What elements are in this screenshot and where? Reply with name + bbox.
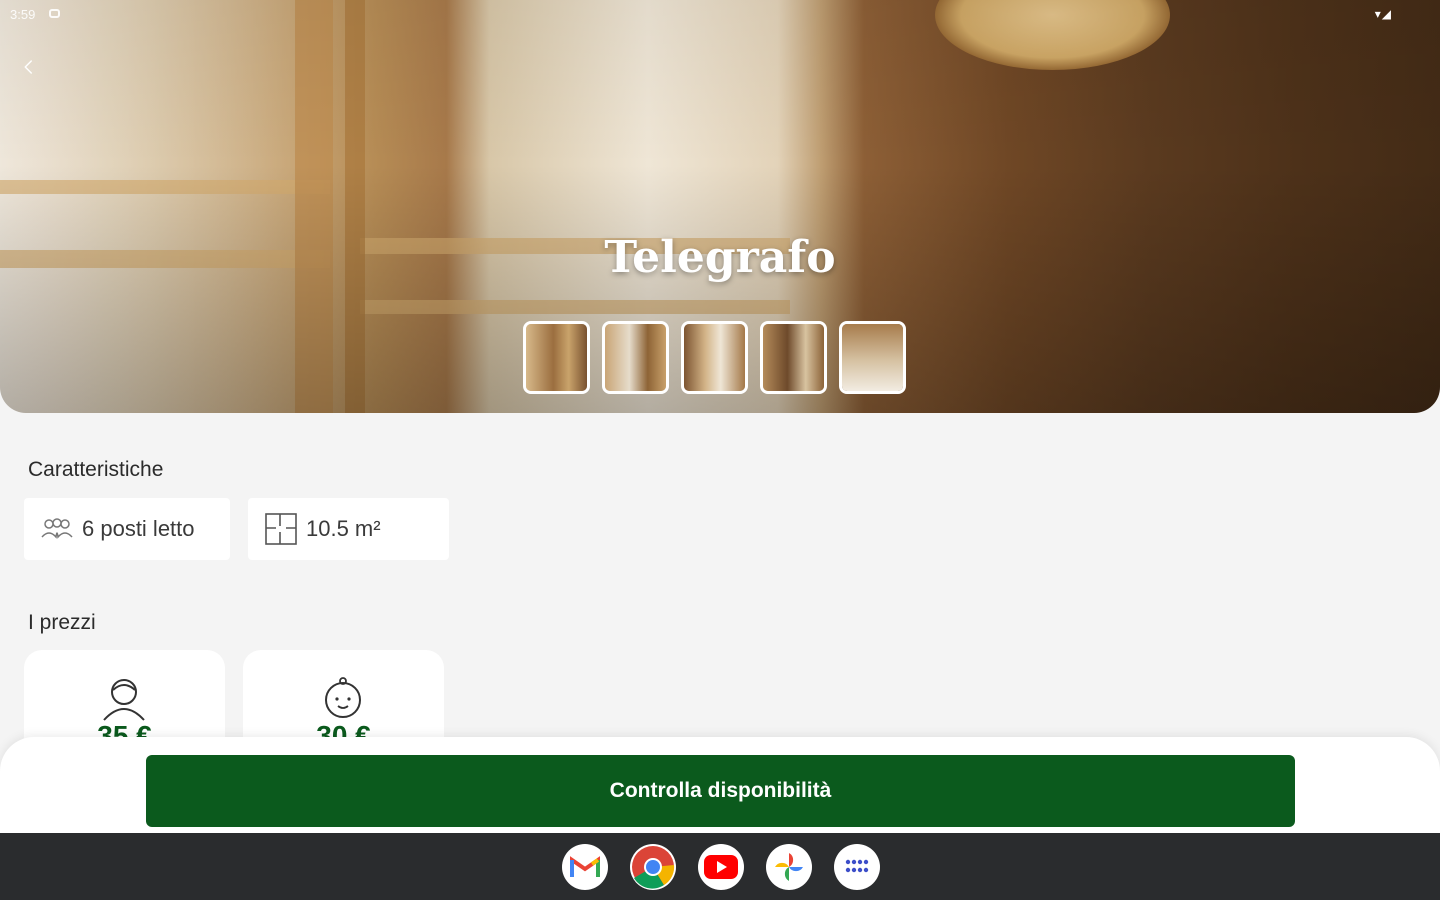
people-icon <box>41 518 73 539</box>
app-drawer-icon[interactable] <box>834 844 880 890</box>
beds-chip: 6 posti letto <box>24 498 230 560</box>
check-availability-button[interactable]: Controlla disponibilità <box>146 755 1295 827</box>
back-button[interactable] <box>14 52 44 82</box>
thumbnail-4[interactable] <box>760 321 827 394</box>
adult-icon <box>103 679 145 721</box>
room-title: Telegrafo <box>604 232 836 283</box>
chevron-left-icon <box>24 60 32 74</box>
area-chip: 10.5 m² <box>248 498 449 560</box>
notification-icon <box>49 9 60 18</box>
beds-label: 6 posti letto <box>82 516 195 541</box>
thumbnail-5[interactable] <box>839 321 906 394</box>
thumbnail-2[interactable] <box>602 321 669 394</box>
chrome-icon[interactable] <box>630 844 676 890</box>
floor-plan-icon <box>265 513 297 545</box>
baby-icon <box>325 677 361 718</box>
gmail-icon[interactable] <box>562 844 608 890</box>
prices-heading: I prezzi <box>28 611 96 634</box>
youtube-icon[interactable] <box>698 844 744 890</box>
status-time: 3:59 <box>10 7 36 22</box>
signal-icons: ▾◢ <box>1374 7 1392 21</box>
thumbnail-3[interactable] <box>681 321 748 394</box>
photo-thumbnails <box>523 321 906 394</box>
area-label: 10.5 m² <box>306 516 381 541</box>
photos-icon[interactable] <box>766 844 812 890</box>
features-heading: Caratteristiche <box>28 458 164 481</box>
status-bar: 3:59 ▾◢ <box>0 0 1440 28</box>
taskbar-apps <box>562 844 880 890</box>
thumbnail-1[interactable] <box>523 321 590 394</box>
